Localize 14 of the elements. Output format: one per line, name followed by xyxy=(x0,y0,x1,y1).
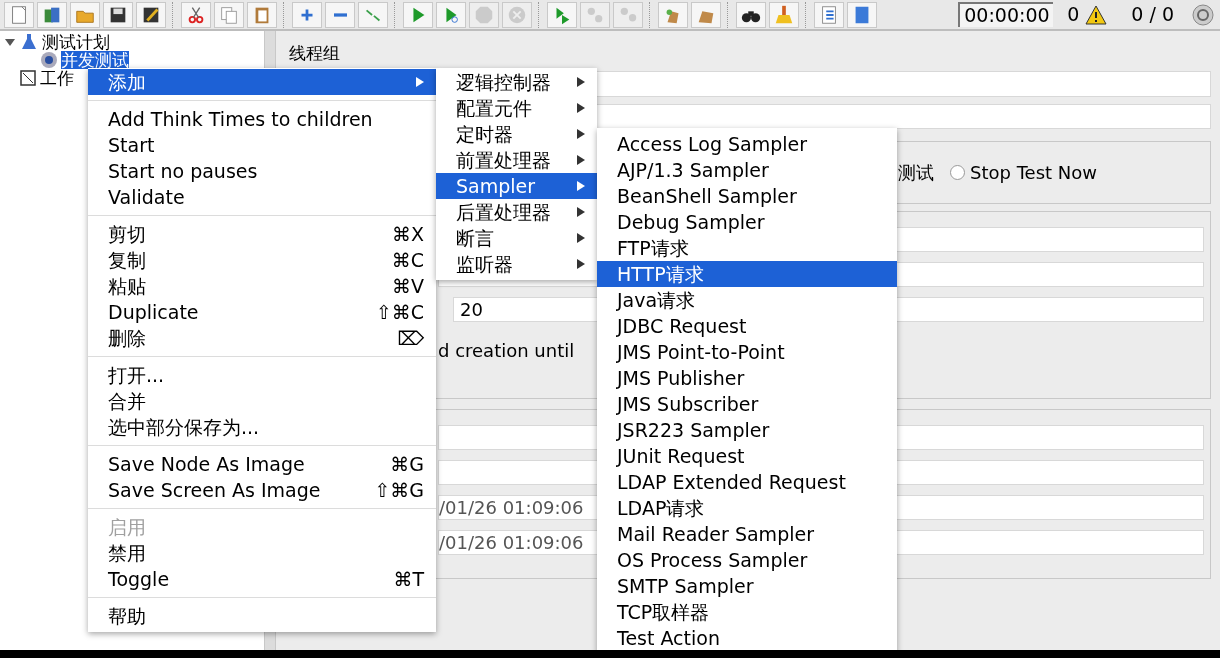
shortcut: ⌘T xyxy=(393,566,424,592)
error-count: 0 xyxy=(1067,2,1080,28)
shortcut: ⇧⌘G xyxy=(374,477,424,503)
shortcut: ⌘X xyxy=(391,221,424,247)
timer: 00:00:00 xyxy=(958,2,1054,27)
radio-label: 测试 xyxy=(898,161,934,185)
panel-title: 线程组 xyxy=(289,42,341,64)
shortcut: ⌦ xyxy=(397,325,424,351)
shortcut: ⇧⌘C xyxy=(375,299,424,325)
shortcut: ⌘C xyxy=(391,247,424,273)
option-label: d creation until xyxy=(438,340,575,362)
shortcut: ⌘G xyxy=(390,451,424,477)
shortcut: ⌘V xyxy=(392,273,424,299)
thread-count: 0 / 0 xyxy=(1131,2,1174,28)
